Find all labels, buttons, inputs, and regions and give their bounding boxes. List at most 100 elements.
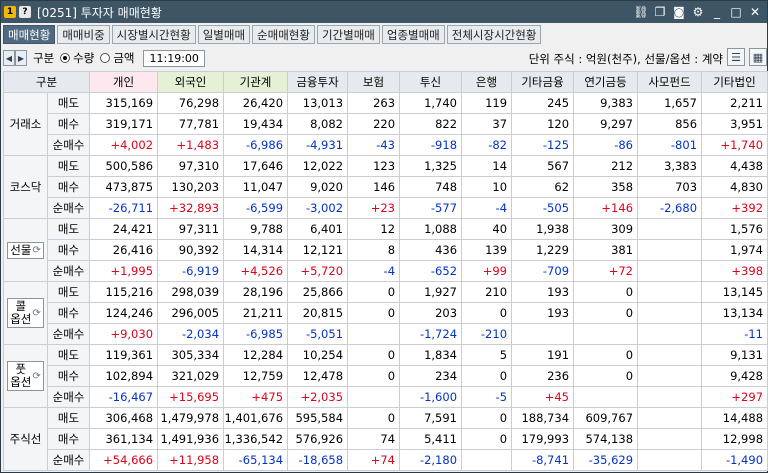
- tab-0[interactable]: 매매현황: [3, 25, 56, 44]
- link-icon[interactable]: ⛓: [633, 4, 649, 20]
- refresh-icon: ⟳: [32, 307, 41, 319]
- copy-icon[interactable]: ❐: [652, 4, 668, 20]
- unit-text: 단위 주식 : 억원(천주), 선물/옵션 : 계약: [528, 52, 723, 66]
- table-cell: 236: [511, 365, 575, 387]
- tab-1[interactable]: 매매비중: [57, 25, 110, 44]
- row-label: 매수: [46, 113, 91, 135]
- tab-6[interactable]: 업종별매매: [381, 25, 445, 44]
- table-row: 순매수 +9,030 -2,034 -6,985 -5,051 -1,724 -210 -11: [4, 323, 768, 345]
- col-header: 보험: [347, 71, 401, 93]
- table-cell: 315,169: [89, 92, 159, 114]
- table-cell: 1,927: [399, 281, 463, 303]
- group-button[interactable]: 콜 옵션 ⟳: [7, 298, 44, 328]
- table-cell: 220: [347, 113, 401, 135]
- time-input[interactable]: [142, 49, 205, 67]
- table-cell: 212: [573, 155, 639, 177]
- group-cell[interactable]: 콜 옵션 ⟳: [3, 281, 48, 345]
- table-cell: 5,411: [399, 428, 463, 450]
- table-cell: [573, 323, 639, 345]
- table-cell: 361,134: [89, 428, 159, 450]
- help-icon[interactable]: ?: [19, 6, 31, 18]
- table-cell: -5: [461, 386, 513, 408]
- refresh-icon: ⟳: [32, 244, 41, 256]
- radio-amount[interactable]: 금액: [100, 50, 135, 66]
- row-label: 매도: [46, 407, 91, 429]
- table-cell: 6,401: [287, 218, 349, 240]
- table-cell: 12,022: [287, 155, 349, 177]
- table-cell: -4: [347, 260, 401, 282]
- table-cell: -35,629: [573, 449, 639, 471]
- table-cell: 12,998: [701, 428, 768, 450]
- table-cell: 9,131: [701, 344, 768, 366]
- camera-icon[interactable]: ◙: [671, 4, 687, 20]
- group-cell[interactable]: 풋 옵션 ⟳: [3, 344, 48, 408]
- minimize-icon[interactable]: _: [709, 4, 725, 20]
- table-cell: +9,030: [89, 323, 159, 345]
- table-cell: 298,039: [157, 281, 225, 303]
- screen-number-icon[interactable]: 1: [4, 6, 16, 18]
- table-cell: 188,734: [511, 407, 575, 429]
- table-cell: 263: [347, 92, 401, 114]
- radio-unselected-icon: [100, 53, 111, 63]
- table-cell: [511, 323, 575, 345]
- radio-selected-icon: [60, 53, 71, 63]
- table-cell: 26,416: [89, 239, 159, 261]
- table-row: 순매수 +54,666 +11,958 -65,134 -18,658 +74 -2,180…: [4, 449, 768, 471]
- table-cell: 576,926: [287, 428, 349, 450]
- table-cell: -577: [399, 197, 463, 219]
- group-label: 콜 옵션: [10, 299, 32, 326]
- table-cell: 13,013: [287, 92, 349, 114]
- table-cell: -2,680: [637, 197, 703, 219]
- table-cell: 1,974: [701, 239, 768, 261]
- group-cell: 코스닥: [3, 155, 48, 219]
- grid-view-icon[interactable]: ▦: [749, 48, 767, 66]
- radio-quantity[interactable]: 수량: [60, 50, 94, 66]
- table-cell: 9,788: [223, 218, 289, 240]
- table-row: 매수 26,416 90,392 14,314 12,121 8 436 139 1,229 38…: [4, 239, 768, 261]
- row-label: 순매수: [46, 134, 91, 156]
- table-cell: +23: [347, 197, 401, 219]
- table-cell: [637, 365, 703, 387]
- table-row: 매수 102,894 321,029 12,759 12,478 0 234 0 236 0 9,4…: [4, 365, 768, 387]
- group-label: 구분: [33, 51, 55, 65]
- table-cell: 1,229: [511, 239, 575, 261]
- table-cell: -26,711: [89, 197, 159, 219]
- tab-4[interactable]: 순매매현황: [252, 25, 315, 44]
- next-arrow-icon[interactable]: ▶: [15, 50, 27, 66]
- table-cell: [637, 239, 703, 261]
- tab-2[interactable]: 시장별시간현황: [111, 25, 196, 44]
- table-cell: 77,781: [157, 113, 225, 135]
- close-icon[interactable]: ✕: [747, 4, 763, 20]
- list-view-icon[interactable]: ☰: [727, 48, 745, 66]
- table-cell: 13,134: [701, 302, 768, 324]
- tab-5[interactable]: 기간별매매: [316, 25, 380, 44]
- table-cell: 5: [461, 344, 513, 366]
- table-cell: 609,767: [573, 407, 639, 429]
- col-header: 기타금융: [511, 71, 575, 93]
- maximize-icon[interactable]: □: [728, 4, 744, 20]
- group-button[interactable]: 선물 ⟳: [7, 241, 44, 259]
- table-cell: 7,591: [399, 407, 463, 429]
- tab-3[interactable]: 일별매매: [197, 25, 251, 44]
- group-button[interactable]: 풋 옵션 ⟳: [7, 361, 44, 391]
- table-cell: 1,938: [511, 218, 575, 240]
- table-cell: [637, 428, 703, 450]
- table-cell: +11,958: [157, 449, 225, 471]
- table-cell: 11,047: [223, 176, 289, 198]
- group-label: 선물: [10, 242, 32, 257]
- table-cell: 321,029: [157, 365, 225, 387]
- table-cell: 119: [461, 92, 513, 114]
- tab-7[interactable]: 전체시장시간현황: [446, 25, 542, 44]
- table-cell: -16,467: [89, 386, 159, 408]
- prev-arrow-icon[interactable]: ◀: [3, 50, 15, 66]
- col-header: 금융투자: [287, 71, 349, 93]
- col-header: 투신: [399, 71, 463, 93]
- toolbar: ◀ ▶ 구분 수량 금액 단위 주식 : 억원(천주), 선물/옵션 : 계약 …: [3, 47, 767, 69]
- table-row: 순매수 -16,467 +15,695 +475 +2,035 -1,600 -5 +45 +2…: [4, 386, 768, 408]
- gear-icon[interactable]: ⚙: [690, 4, 706, 20]
- table-cell: 0: [573, 281, 639, 303]
- table-cell: 123: [347, 155, 401, 177]
- group-cell[interactable]: 선물 ⟳: [3, 218, 48, 282]
- table-cell: 0: [461, 428, 513, 450]
- table-cell: +15,695: [157, 386, 225, 408]
